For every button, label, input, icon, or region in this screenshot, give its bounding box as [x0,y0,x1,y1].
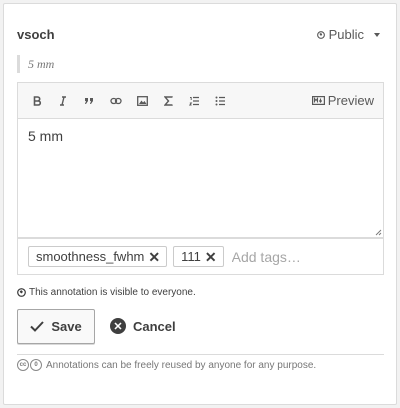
tag-label: 111 [181,249,201,264]
numbered-list-icon[interactable] [186,93,202,109]
math-icon[interactable] [160,93,176,109]
close-circle-icon: ✕ [110,318,126,334]
visibility-text: This annotation is visible to everyone. [29,287,196,298]
license-note: cc 0 Annotations can be freely reused by … [17,359,316,371]
checkmark-icon [30,321,45,332]
bold-icon[interactable] [29,93,45,109]
quote-icon[interactable] [81,93,97,109]
save-button[interactable]: Save [17,309,95,344]
markdown-editor: Preview 5 mm [17,82,384,238]
cancel-label: Cancel [133,318,176,334]
save-label: Save [51,319,82,334]
caret-down-icon [374,33,380,37]
bulleted-list-icon[interactable] [212,93,228,109]
cancel-button[interactable]: ✕ Cancel [110,318,176,334]
creative-commons-icon: cc 0 [17,359,42,371]
italic-icon[interactable] [55,93,71,109]
preview-button[interactable]: Preview [311,93,374,108]
image-icon[interactable] [134,93,150,109]
annotation-editor-card: vsoch Public 5 mm Preview 5 mm smoothnes… [3,3,397,405]
tags-field: smoothness_fwhm ✕ 111 ✕ [17,238,384,275]
tag-chip: smoothness_fwhm ✕ [28,246,168,267]
markdown-icon [311,96,325,105]
annotation-textarea[interactable]: 5 mm [18,119,383,237]
privacy-label: Public [328,27,364,42]
editor-toolbar: Preview [18,83,383,119]
tag-chip: 111 ✕ [173,246,224,267]
preview-label: Preview [327,93,374,108]
add-tags-input[interactable] [231,248,382,265]
link-icon[interactable] [108,93,124,109]
divider [17,354,384,355]
annotation-quote: 5 mm [17,55,54,73]
globe-icon [316,30,325,39]
license-text: Annotations can be freely reused by anyo… [46,359,317,371]
remove-tag-icon[interactable]: ✕ [205,250,217,264]
globe-icon [17,288,26,297]
visibility-note: This annotation is visible to everyone. [17,287,196,298]
tag-label: smoothness_fwhm [36,249,145,264]
resize-handle-icon[interactable] [375,229,382,236]
privacy-dropdown[interactable]: Public [316,27,380,42]
username: vsoch [17,27,55,42]
remove-tag-icon[interactable]: ✕ [148,250,160,264]
